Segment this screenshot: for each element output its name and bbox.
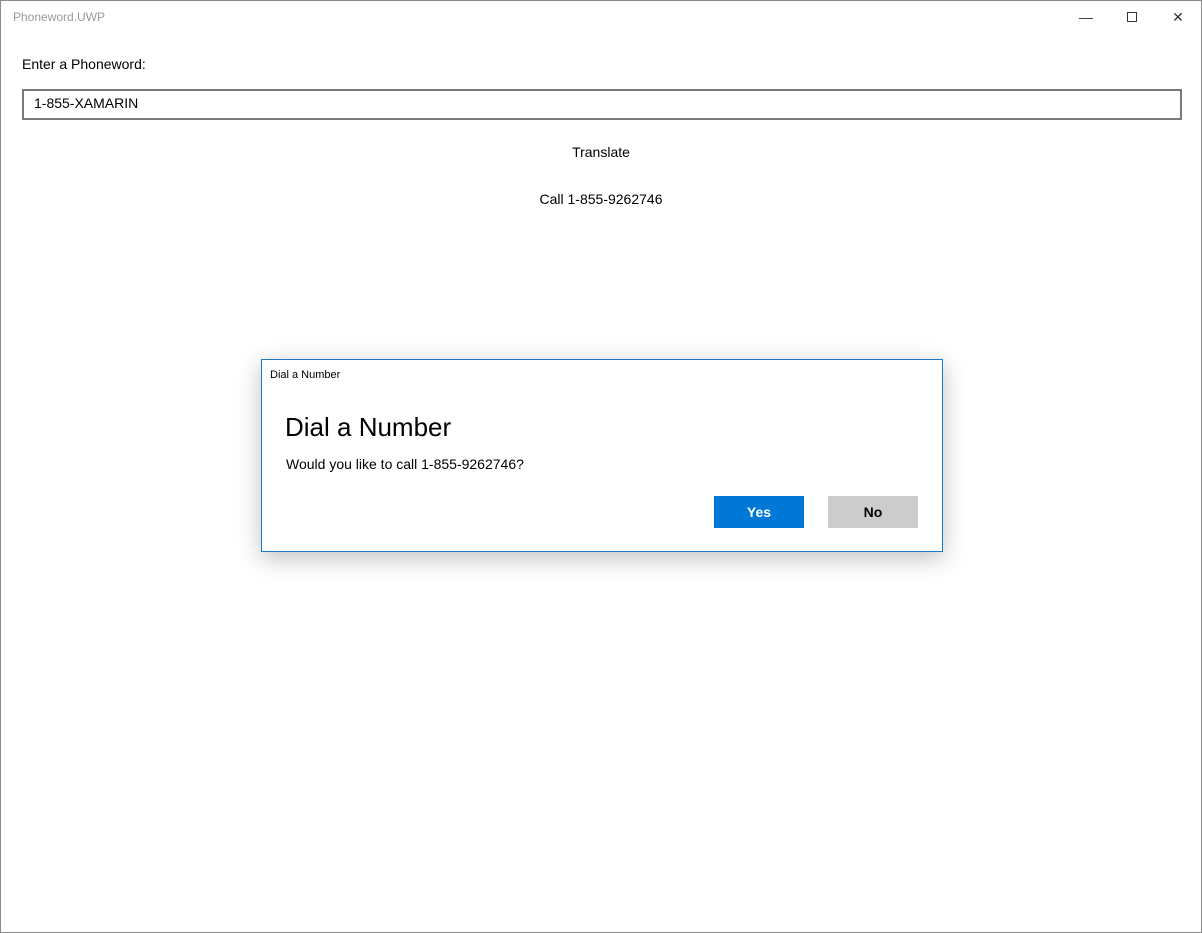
no-button[interactable]: No: [828, 496, 918, 528]
dialog-caption: Dial a Number: [270, 369, 341, 381]
yes-button[interactable]: Yes: [714, 496, 804, 528]
phoneword-label: Enter a Phoneword:: [22, 56, 146, 72]
minimize-icon[interactable]: —: [1063, 1, 1109, 33]
close-icon[interactable]: ✕: [1155, 1, 1201, 33]
call-button[interactable]: Call 1-855-9262746: [1, 191, 1201, 207]
app-title: Phoneword.UWP: [13, 10, 106, 24]
phoneword-input[interactable]: 1-855-XAMARIN: [22, 89, 1182, 120]
translate-button[interactable]: Translate: [1, 144, 1201, 160]
dialog-title: Dial a Number: [285, 412, 452, 442]
dial-dialog: Dial a Number Dial a Number Would you li…: [261, 359, 943, 552]
dialog-message: Would you like to call 1-855-9262746?: [286, 456, 524, 472]
title-bar: Phoneword.UWP — ✕: [1, 1, 1201, 33]
maximize-icon[interactable]: [1109, 1, 1155, 33]
